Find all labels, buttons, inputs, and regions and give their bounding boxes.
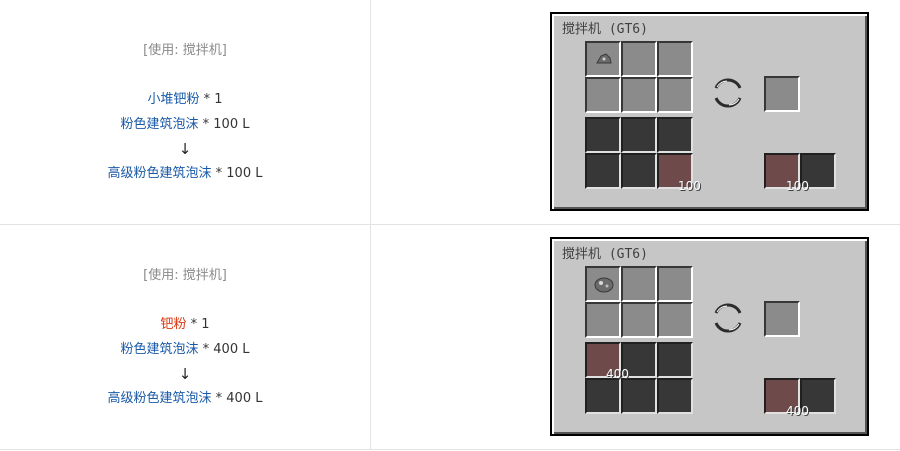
input-slot[interactable] [657,77,693,113]
dust-icon [594,277,614,293]
output-fluid-link[interactable]: 高级粉色建筑泡沫 [108,391,212,406]
input-slot[interactable] [621,266,657,302]
input-slot[interactable] [585,77,621,113]
recipe-text: [使用: 搅拌机] 小堆钯粉 * 1 粉色建筑泡沫 * 100 L ↓ 高级粉色… [0,0,370,224]
fluid-output-amount: 400 [786,404,809,418]
recipe-row: [使用: 搅拌机] 小堆钯粉 * 1 粉色建筑泡沫 * 100 L ↓ 高级粉色… [0,0,900,225]
recipe-row: [使用: 搅拌机] 钯粉 * 1 粉色建筑泡沫 * 400 L ↓ 高级粉色建筑… [0,225,900,450]
fluid-input-slot[interactable] [621,378,657,414]
input-fluid-line: 粉色建筑泡沫 * 400 L [0,341,370,359]
fluid-input-slot[interactable] [621,153,657,189]
input-item-line: 钯粉 * 1 [0,316,370,334]
fluid-input-slot[interactable] [621,117,657,153]
arrow-down: ↓ [178,140,192,158]
input-fluid-line: 粉色建筑泡沫 * 100 L [0,116,370,134]
output-fluid-line: 高级粉色建筑泡沫 * 400 L [0,390,370,408]
output-slot[interactable] [764,76,800,112]
fluid-input-amount: 400 [606,367,629,381]
dust-icon [596,53,612,64]
mixer-progress-icon [714,78,742,108]
input-item-line: 小堆钯粉 * 1 [0,91,370,109]
fluid-input-amount: 100 [678,179,701,193]
usage-label: [使用: 搅拌机] [143,43,227,58]
fluid-input-slot[interactable] [585,378,621,414]
input-slot[interactable] [621,302,657,338]
fluid-input-slot[interactable] [657,378,693,414]
gui-title: 搅拌机 (GT6) [562,22,648,37]
input-fluid-qty: * 400 L [202,342,250,357]
input-item-link[interactable]: 钯粉 [160,317,186,332]
fluid-input-slot[interactable] [585,153,621,189]
column-divider [370,225,371,449]
input-slot[interactable] [585,41,621,77]
output-slot[interactable] [764,301,800,337]
fluid-output-amount: 100 [786,179,809,193]
mixer-gui: 搅拌机 (GT6) 400 400 [550,237,869,436]
input-fluid-link[interactable]: 粉色建筑泡沫 [121,117,199,132]
recipe-table: [使用: 搅拌机] 小堆钯粉 * 1 粉色建筑泡沫 * 100 L ↓ 高级粉色… [0,0,900,451]
output-fluid-qty: * 400 L [215,391,263,406]
arrow-down: ↓ [178,365,192,383]
mixer-gui: 搅拌机 (GT6) 100 100 [550,12,869,211]
gui-title: 搅拌机 (GT6) [562,247,648,262]
fluid-input-slot[interactable] [657,117,693,153]
input-fluid-qty: * 100 L [202,117,250,132]
input-slot[interactable] [621,41,657,77]
output-fluid-link[interactable]: 高级粉色建筑泡沫 [108,166,212,181]
input-item-qty: * 1 [190,317,210,332]
recipe-text: [使用: 搅拌机] 钯粉 * 1 粉色建筑泡沫 * 400 L ↓ 高级粉色建筑… [0,225,370,449]
input-slot[interactable] [657,302,693,338]
input-item-qty: * 1 [203,92,223,107]
output-fluid-qty: * 100 L [215,166,263,181]
input-slot[interactable] [657,41,693,77]
mixer-progress-icon [714,303,742,333]
fluid-input-slot[interactable] [657,342,693,378]
fluid-input-slot[interactable] [585,117,621,153]
input-slot[interactable] [657,266,693,302]
output-fluid-line: 高级粉色建筑泡沫 * 100 L [0,165,370,183]
input-slot[interactable] [585,266,621,302]
input-fluid-link[interactable]: 粉色建筑泡沫 [121,342,199,357]
input-item-link[interactable]: 小堆钯粉 [147,92,199,107]
usage-label: [使用: 搅拌机] [143,268,227,283]
input-slot[interactable] [585,302,621,338]
input-slot[interactable] [621,77,657,113]
column-divider [370,0,371,224]
